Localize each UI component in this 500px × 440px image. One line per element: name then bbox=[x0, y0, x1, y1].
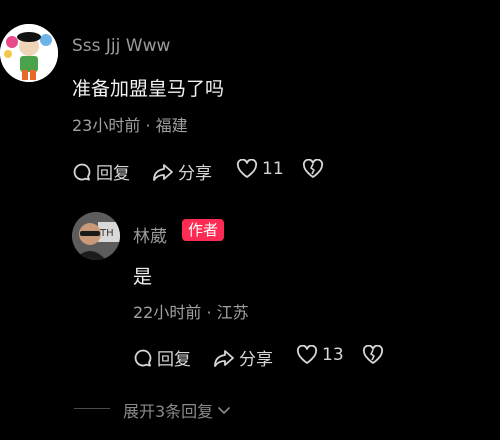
like-count: 11 bbox=[262, 159, 284, 179]
reply-text: 是 bbox=[133, 266, 153, 288]
reply-share-button[interactable]: 分享 bbox=[213, 345, 273, 370]
reply-bubble-icon bbox=[134, 349, 152, 366]
expand-replies-label: 展开3条回复 bbox=[123, 402, 214, 421]
svg-text:TH: TH bbox=[99, 228, 114, 239]
avatar-commenter[interactable] bbox=[0, 24, 58, 82]
comment-actions: 回复 分享 11 bbox=[72, 159, 472, 184]
author-username[interactable]: 林葳 bbox=[133, 222, 167, 247]
commenter-username[interactable]: Sss Jjj Www bbox=[72, 36, 170, 56]
expand-divider bbox=[74, 408, 110, 409]
broken-heart-icon bbox=[362, 345, 384, 364]
share-label: 分享 bbox=[178, 164, 212, 184]
reply-reply-label: 回复 bbox=[157, 350, 191, 370]
comment-meta: 23小时前 · 福建 bbox=[72, 116, 188, 135]
reply-like-count: 13 bbox=[322, 345, 344, 365]
reply-actions: 回复 分享 13 bbox=[133, 345, 473, 370]
heart-icon bbox=[236, 159, 258, 178]
dislike-button[interactable] bbox=[302, 159, 324, 179]
avatar-author[interactable]: TH bbox=[72, 212, 120, 260]
chevron-down-icon bbox=[218, 407, 230, 414]
reply-meta: 22小时前 · 江苏 bbox=[133, 303, 249, 322]
reply-dislike-button[interactable] bbox=[362, 345, 384, 365]
cartoon-avatar-icon bbox=[0, 24, 58, 82]
reply-share-label: 分享 bbox=[239, 350, 273, 370]
share-arrow-icon bbox=[214, 349, 234, 367]
reply-bubble-icon bbox=[73, 163, 91, 180]
reply-label: 回复 bbox=[96, 164, 130, 184]
heart-icon bbox=[296, 345, 318, 364]
comment-text: 准备加盟皇马了吗 bbox=[72, 78, 225, 100]
author-photo-icon: TH bbox=[72, 212, 120, 260]
reply-button[interactable]: 回复 bbox=[72, 159, 130, 184]
author-badge: 作者 bbox=[182, 219, 225, 241]
like-button[interactable]: 11 bbox=[236, 159, 284, 179]
broken-heart-icon bbox=[302, 159, 324, 178]
share-arrow-icon bbox=[153, 163, 173, 181]
share-button[interactable]: 分享 bbox=[152, 159, 212, 184]
reply-reply-button[interactable]: 回复 bbox=[133, 345, 191, 370]
reply-like-button[interactable]: 13 bbox=[296, 345, 344, 365]
expand-replies-button[interactable]: 展开3条回复 bbox=[123, 398, 231, 422]
